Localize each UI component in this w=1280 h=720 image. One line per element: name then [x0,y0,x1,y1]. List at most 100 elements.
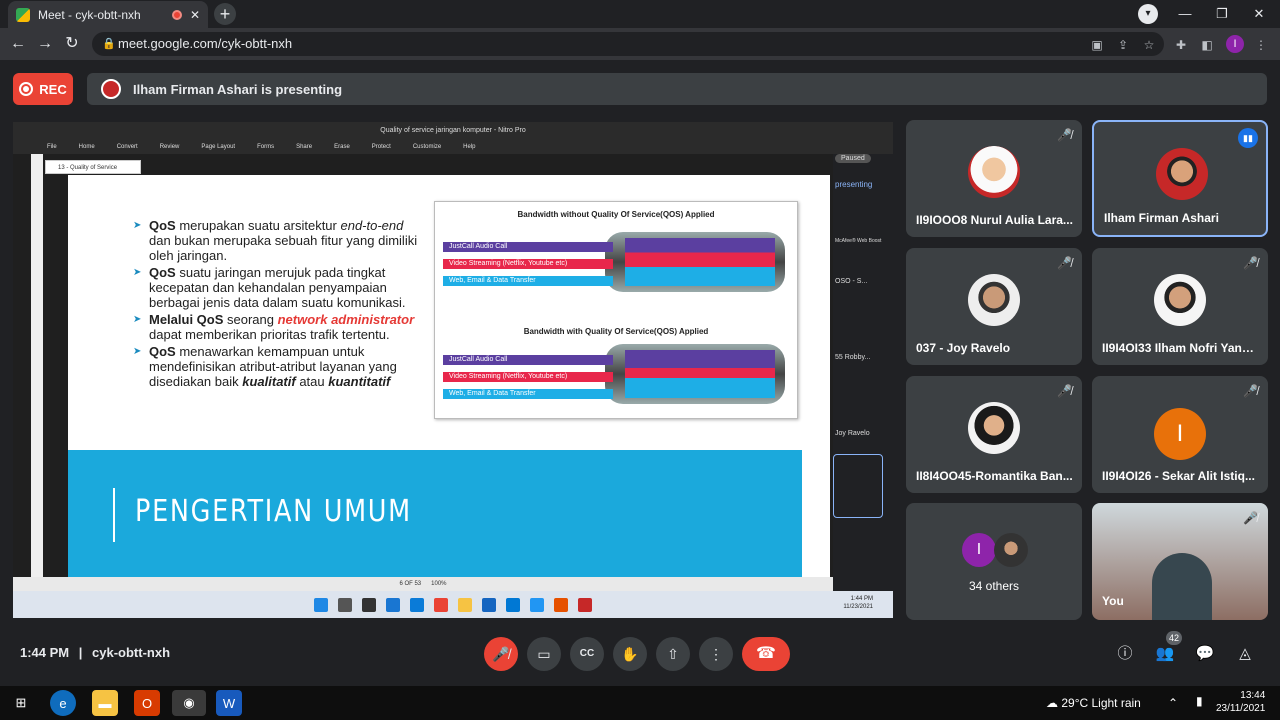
present-button[interactable]: ⇧ [656,637,690,671]
pipe-without [605,232,785,292]
bullet-1-rest: dan bukan merupaka sebuah fitur yang dim… [149,233,418,263]
extensions-icon[interactable]: ✚ [1172,36,1190,54]
bullet-3-red: network administrator [277,312,415,327]
participant-name: II9I4OI33 Ilham Nofri Yandra [1102,341,1260,355]
qos-figure: Bandwidth without Quality Of Service(QOS… [434,201,798,419]
forward-icon[interactable]: → [35,34,55,54]
side-mcafee: McAfee® Web Boost [835,238,882,244]
nitro-window-title: Quality of service jaringan komputer - N… [13,122,893,140]
participant-tile[interactable]: 🎤̸ II9IOOO8 Nurul Aulia Lara... [906,120,1082,237]
document-tab: 13 - Quality of Service [45,160,141,174]
shared-nitro-icon [554,597,568,612]
profile-avatar[interactable]: I [1226,35,1244,53]
speaking-icon: ▮▮ [1238,128,1258,148]
reload-icon[interactable]: ↻ [62,34,82,54]
new-tab-button[interactable]: + [214,3,236,25]
page-indicator: 6 OF 53 [399,581,422,587]
shared-search-icon [338,597,352,612]
browser-tab[interactable]: Meet - cyk-obtt-nxh ✕ [8,1,208,28]
presenting-banner: Ilham Firman Ashari is presenting [87,73,1267,105]
mic-off-icon: 🎤̸ [1057,256,1072,270]
self-view-tile[interactable]: 🎤̸ You [1092,503,1268,620]
url-input[interactable]: 🔒 meet.google.com/cyk-obtt-nxh [92,32,1164,56]
meeting-info: 1:44 PM | cyk-obtt-nxh [20,645,170,660]
end-call-button[interactable]: ☎ [742,637,790,671]
bullet-1-bold: QoS [149,218,176,233]
back-icon[interactable]: ← [8,34,28,54]
avatar [1156,148,1208,200]
self-camera-video [1152,553,1212,620]
share-icon[interactable]: ⇪ [1114,36,1132,54]
meeting-details-icon[interactable]: ⓘ [1115,644,1135,664]
sidepanel-icon[interactable]: ◧ [1198,36,1216,54]
maximize-button[interactable]: ❐ [1207,4,1237,24]
people-icon[interactable]: 👥 [1155,644,1175,664]
slide-divider [113,488,115,542]
word-icon[interactable]: W [216,690,242,716]
system-clock[interactable]: 13:44 23/11/2021 [1216,689,1265,715]
participant-tile-active[interactable]: ▮▮ Ilham Firman Ashari [1092,120,1268,237]
recording-badge[interactable]: REC [13,73,73,105]
menu-review: Review [159,144,180,150]
office-icon[interactable]: O [134,690,160,716]
mic-tray-icon[interactable]: ▮ [1196,694,1203,708]
profile-dropdown-icon[interactable]: ▾ [1138,4,1158,24]
bullet-2: QoS suatu jaringan merujuk pada tingkat … [133,265,423,310]
bookmark-star-icon[interactable]: ☆ [1140,36,1158,54]
pipe-with-content [625,350,775,398]
bullet-4-bold: QoS [149,344,176,359]
cloud-rain-icon: ☁ [1046,696,1058,710]
meeting-time: 1:44 PM [20,645,70,660]
tray-chevron-icon[interactable]: ⌃ [1168,696,1178,710]
weather-text: 29°C Light rain [1061,696,1141,710]
lane-web: Web, Email & Data Transfer [443,276,613,286]
chat-icon[interactable]: 💬 [1195,644,1215,664]
url-text: meet.google.com/cyk-obtt-nxh [118,36,293,51]
edge-icon[interactable]: e [50,690,76,716]
shared-widgets-icon [386,597,400,612]
lane-video: Video Streaming (Netflix, Youtube etc) [443,259,613,269]
captions-button[interactable]: CC [570,637,604,671]
participant-tile[interactable]: 🎤̸ 037 - Joy Ravelo [906,248,1082,365]
menu-kebab-icon[interactable]: ⋮ [1252,36,1270,54]
lane-web-qos: Web, Email & Data Transfer [443,389,613,399]
rec-label: REC [39,81,67,97]
weather-widget[interactable]: ☁ 29°C Light rain [1046,696,1141,710]
avatar [1154,274,1206,326]
side-oso: OSO - S... [835,278,868,285]
presenter-avatar [101,79,121,99]
close-tab-icon[interactable]: ✕ [190,8,200,22]
camera-toggle-button[interactable]: ▭ [527,637,561,671]
shared-chrome-icon [434,597,448,612]
minimize-button[interactable]: — [1170,4,1200,24]
close-window-button[interactable]: ✕ [1244,4,1274,24]
shared-edge-icon [410,597,424,612]
menu-help: Help [463,144,476,150]
shared-clock-date: 11/23/2021 [843,604,873,610]
raise-hand-button[interactable]: ✋ [613,637,647,671]
chrome-icon[interactable]: ◉ [172,690,206,716]
file-explorer-icon[interactable]: ▬ [92,690,118,716]
paused-badge: Paused [835,154,871,163]
participant-tile[interactable]: 🎤̸ II8I4OO45-Romantika Ban... [906,376,1082,493]
participant-tile[interactable]: 🎤̸ I II9I4OI26 - Sekar Alit Istiq... [1092,376,1268,493]
windows-start-icon[interactable]: ⊞ [8,690,34,716]
bullet-1: QoS merupakan suatu arsitektur end-to-en… [133,218,423,263]
side-presenting: presenting [835,180,873,189]
mic-off-icon: 🎤̸ [1057,128,1072,142]
mic-toggle-button[interactable]: 🎤̸ [484,637,518,671]
avatar [968,274,1020,326]
participant-tile[interactable]: 🎤̸ II9I4OI33 Ilham Nofri Yandra [1092,248,1268,365]
participant-name: 037 - Joy Ravelo [916,341,1011,355]
menu-convert: Convert [116,144,138,150]
bullet-3-rest: dapat memberikan prioritas trafik terten… [149,327,390,342]
mic-off-icon: 🎤̸ [1243,256,1258,270]
meet-side-preview: Paused presenting McAfee® Web Boost OSO … [833,154,893,591]
camera-icon[interactable]: ▣ [1088,36,1106,54]
menu-erase: Erase [334,144,350,150]
bullet-1-text: merupakan suatu arsitektur [175,218,341,233]
more-options-button[interactable]: ⋮ [699,637,733,671]
activities-icon[interactable]: ◬ [1235,644,1255,664]
shared-clock: 1:44 PM 11/23/2021 [843,595,873,611]
others-tile[interactable]: I 34 others [906,503,1082,620]
